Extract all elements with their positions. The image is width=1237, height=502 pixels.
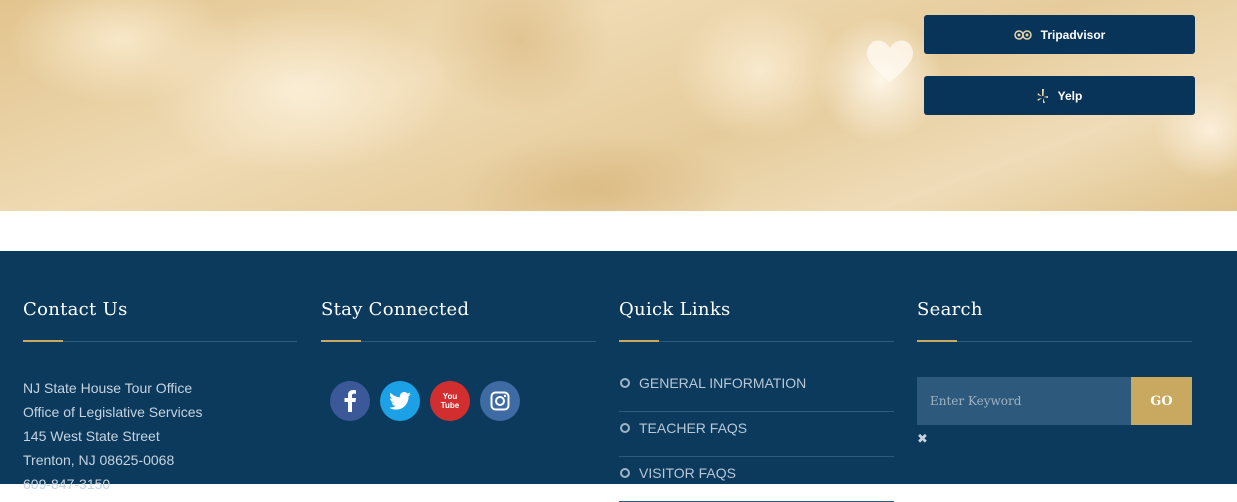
social-accent — [321, 340, 361, 342]
circle-bullet-icon — [620, 468, 630, 478]
contact-phone: 609-847-3150 — [23, 476, 111, 492]
instagram-icon[interactable] — [480, 381, 520, 421]
quick-link-label: TEACHER FAQS — [639, 420, 748, 436]
search-divider — [917, 341, 1192, 342]
contact-divider — [23, 341, 297, 342]
contact-accent — [23, 340, 63, 342]
quick-link-visitor-faqs[interactable]: VISITOR FAQS — [619, 456, 894, 502]
contact-heading: Contact Us — [23, 299, 128, 320]
yelp-label: Yelp — [1057, 88, 1083, 103]
circle-bullet-icon — [620, 423, 630, 433]
tripadvisor-icon — [1013, 29, 1032, 41]
contact-line: Office of Legislative Services — [23, 404, 203, 420]
heart-icon — [866, 40, 914, 82]
youtube-icon-text: You Tube — [440, 392, 460, 410]
facebook-icon[interactable] — [330, 381, 370, 421]
twitter-icon[interactable] — [380, 381, 420, 421]
contact-line: Trenton, NJ 08625-0068 — [23, 452, 175, 468]
go-button[interactable]: GO — [1131, 377, 1192, 425]
tripadvisor-button[interactable]: Tripadvisor — [924, 15, 1195, 54]
search-accent — [917, 340, 957, 342]
yelp-button[interactable]: Yelp — [924, 76, 1195, 115]
circle-bullet-icon — [620, 378, 630, 388]
quick-links-divider — [619, 341, 894, 342]
quick-links-accent — [619, 340, 659, 342]
quick-links-heading: Quick Links — [619, 299, 731, 320]
site-footer: Contact Us NJ State House Tour Office Of… — [0, 251, 1237, 502]
quick-link-general-information[interactable]: GENERAL INFORMATION — [619, 366, 894, 412]
hero-banner: Tripadvisor Yelp — [0, 0, 1237, 211]
quick-link-label: VISITOR FAQS — [639, 465, 736, 481]
tripadvisor-label: Tripadvisor — [1040, 27, 1106, 42]
social-divider — [321, 341, 596, 342]
close-icon[interactable]: ✖ — [917, 431, 928, 447]
quick-link-teacher-faqs[interactable]: TEACHER FAQS — [619, 411, 894, 457]
social-heading: Stay Connected — [321, 299, 470, 320]
contact-line: NJ State House Tour Office — [23, 380, 193, 396]
yelp-icon — [1037, 88, 1049, 104]
youtube-icon[interactable]: You Tube — [430, 381, 470, 421]
contact-line: 145 West State Street — [23, 428, 160, 444]
search-input[interactable] — [917, 377, 1131, 425]
search-heading: Search — [917, 299, 983, 320]
quick-link-label: GENERAL INFORMATION — [639, 375, 807, 391]
